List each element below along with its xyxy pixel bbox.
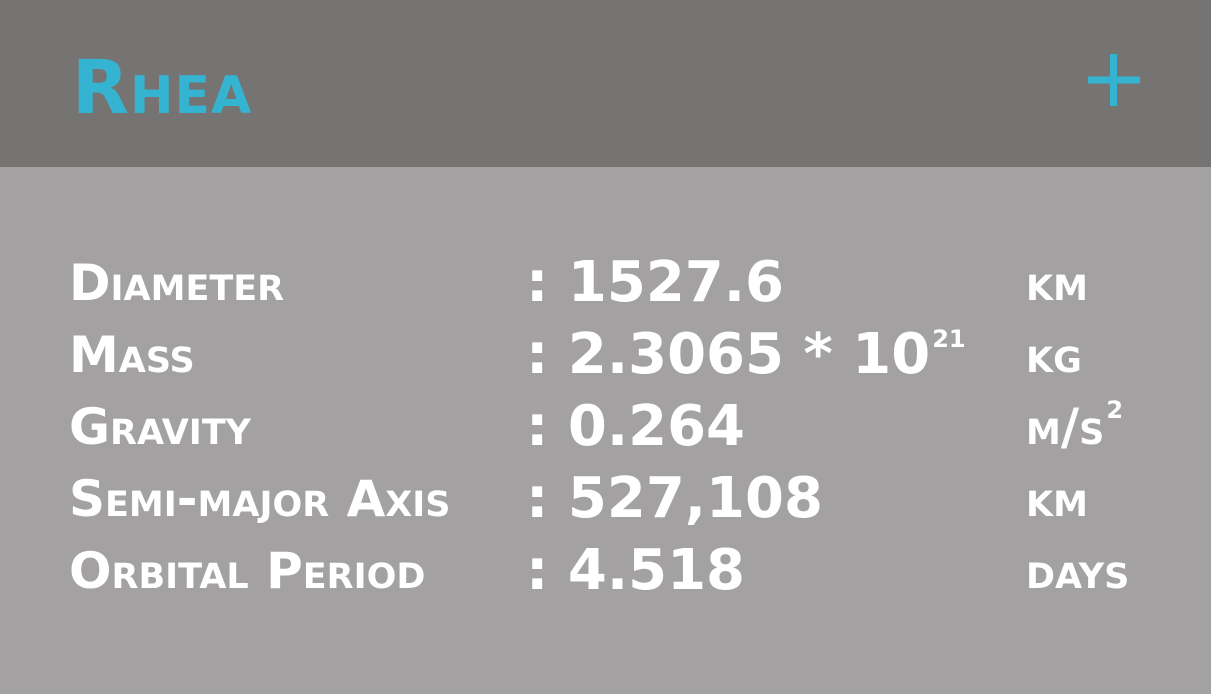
moon-title: Rhea: [72, 45, 253, 131]
card-header: Rhea: [0, 0, 1211, 167]
stat-unit: m/s2: [1026, 396, 1124, 456]
stat-unit: km: [1026, 254, 1088, 312]
stat-unit: km: [1026, 470, 1088, 528]
stat-label: Diameter: [69, 254, 285, 312]
value-exponent: 21: [932, 325, 966, 353]
moon-info-card: Rhea Diameter : 1527.6 km Mass : 2.3065 …: [0, 0, 1211, 694]
stat-unit: days: [1026, 542, 1130, 600]
stat-row-semi-major-axis: Semi-major Axis : 527,108 km: [0, 463, 1211, 535]
stat-label: Mass: [69, 326, 195, 384]
stat-row-diameter: Diameter : 1527.6 km: [0, 247, 1211, 319]
stat-value: : 1527.6: [526, 250, 784, 315]
stat-row-gravity: Gravity : 0.264 m/s2: [0, 391, 1211, 463]
stat-label: Semi-major Axis: [69, 470, 451, 528]
stats-panel: Diameter : 1527.6 km Mass : 2.3065 * 102…: [0, 167, 1211, 694]
stat-row-mass: Mass : 2.3065 * 1021 kg: [0, 319, 1211, 391]
stat-unit: kg: [1026, 326, 1082, 384]
stat-value: : 527,108: [526, 466, 823, 531]
unit-exponent: 2: [1106, 396, 1124, 424]
stat-value: : 0.264: [526, 394, 746, 459]
stat-value: : 2.3065 * 1021: [526, 322, 966, 387]
stat-value: : 4.518: [526, 538, 746, 603]
stat-label: Orbital Period: [69, 542, 426, 600]
expand-button[interactable]: [1086, 52, 1142, 108]
stat-label: Gravity: [69, 398, 252, 456]
plus-icon: [1088, 54, 1140, 106]
stat-row-orbital-period: Orbital Period : 4.518 days: [0, 535, 1211, 607]
